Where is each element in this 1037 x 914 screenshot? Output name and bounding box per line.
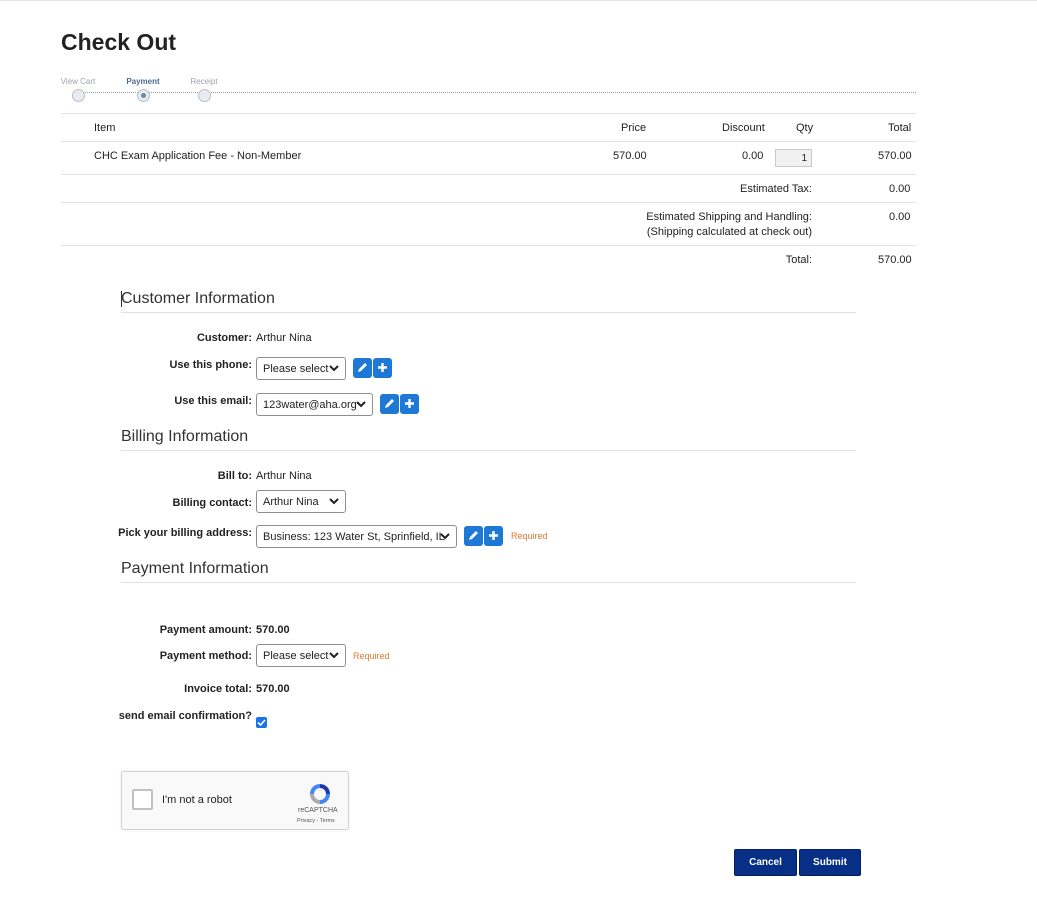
email-confirmation-checkbox[interactable] — [256, 717, 267, 728]
email-confirmation-label: send email confirmation? — [118, 710, 252, 722]
item-discount: 0.00 — [742, 150, 764, 162]
item-total: 570.00 — [878, 150, 912, 162]
shipping-label: Estimated Shipping and Handling: — [646, 211, 812, 223]
cart-item-row: CHC Exam Application Fee - Non-Member 57… — [61, 141, 916, 174]
cancel-button[interactable]: Cancel — [734, 849, 797, 876]
tax-label: Estimated Tax: — [740, 183, 812, 195]
header-item: Item — [94, 122, 116, 134]
qty-field[interactable]: 1 — [775, 149, 812, 167]
payment-section-title: Payment Information — [121, 560, 856, 583]
step-payment: Payment — [113, 77, 173, 105]
header-price: Price — [621, 122, 647, 134]
shipping-row: Estimated Shipping and Handling: (Shippi… — [61, 202, 916, 245]
plus-icon — [405, 399, 414, 408]
email-select-value: 123water@aha.org — [263, 399, 357, 411]
recaptcha-logo-icon — [310, 784, 330, 804]
customer-section-title: Customer Information — [121, 290, 856, 313]
chevron-down-icon — [329, 365, 339, 372]
tax-row: Estimated Tax: 0.00 — [61, 174, 916, 202]
payment-amount-label: Payment amount: — [159, 624, 252, 636]
pencil-icon — [358, 363, 367, 372]
recaptcha-links[interactable]: Privacy - Terms — [297, 818, 335, 824]
billing-contact-value: Arthur Nina — [263, 496, 319, 508]
pencil-icon — [385, 399, 394, 408]
cart-header-row: Item Price Discount Qty Total — [61, 113, 916, 141]
payment-method-required-note: Required — [353, 651, 390, 661]
edit-phone-button[interactable] — [353, 358, 372, 378]
phone-select[interactable]: Please select — [256, 357, 346, 380]
billing-address-label: Pick your billing address: — [118, 527, 252, 539]
step-receipt: Receipt — [174, 77, 234, 105]
plus-icon — [378, 363, 387, 372]
customer-label: Customer: — [196, 332, 252, 344]
step-indicator — [197, 89, 211, 102]
address-required-note: Required — [511, 531, 548, 541]
email-label: Use this email: — [174, 395, 252, 407]
cart-table: Item Price Discount Qty Total CHC Exam A… — [61, 113, 916, 273]
billing-address-value: Business: 123 Water St, Sprinfield, IL — [263, 531, 445, 543]
recaptcha-brand: reCAPTCHA — [298, 807, 338, 814]
step-label: Receipt — [190, 77, 218, 86]
step-indicator — [71, 89, 85, 102]
phone-label: Use this phone: — [169, 359, 252, 371]
payment-method-label: Payment method: — [159, 650, 252, 662]
header-discount: Discount — [722, 122, 765, 134]
chevron-down-icon — [329, 498, 339, 505]
payment-method-select[interactable]: Please select — [256, 644, 346, 667]
billing-section-title: Billing Information — [121, 428, 856, 451]
add-phone-button[interactable] — [373, 358, 392, 378]
customer-value: Arthur Nina — [256, 332, 312, 344]
payment-method-value: Please select — [263, 650, 329, 662]
step-label: View Cart — [60, 77, 96, 86]
invoice-total-value: 570.00 — [256, 683, 290, 695]
shipping-sublabel: (Shipping calculated at check out) — [646, 226, 812, 238]
billing-address-select[interactable]: Business: 123 Water St, Sprinfield, IL — [256, 525, 457, 548]
header-qty: Qty — [796, 122, 814, 134]
item-name: CHC Exam Application Fee - Non-Member — [94, 150, 302, 162]
step-view-cart[interactable]: View Cart — [48, 77, 108, 105]
step-indicator — [136, 89, 150, 102]
edit-email-button[interactable] — [380, 394, 399, 414]
pencil-icon — [469, 531, 478, 540]
chevron-down-icon — [356, 401, 366, 408]
bill-to-label: Bill to: — [217, 470, 252, 482]
recaptcha-checkbox[interactable] — [132, 789, 153, 810]
grand-total-label: Total: — [785, 254, 812, 266]
phone-select-value: Please select — [263, 363, 329, 375]
payment-amount-value: 570.00 — [256, 624, 290, 636]
plus-icon — [489, 531, 498, 540]
email-select[interactable]: 123water@aha.org — [256, 393, 373, 416]
checkout-steps: View Cart Payment Receipt — [61, 77, 916, 103]
recaptcha-text: I'm not a robot — [162, 794, 232, 806]
edit-address-button[interactable] — [464, 526, 483, 546]
page-title: Check Out — [61, 29, 177, 55]
shipping-value: 0.00 — [889, 211, 911, 223]
tax-value: 0.00 — [889, 183, 911, 195]
recaptcha-widget: I'm not a robot reCAPTCHA Privacy - Term… — [121, 771, 349, 830]
billing-contact-select[interactable]: Arthur Nina — [256, 490, 346, 513]
step-label: Payment — [126, 77, 160, 86]
chevron-down-icon — [329, 652, 339, 659]
grand-total-value: 570.00 — [878, 254, 912, 266]
add-email-button[interactable] — [400, 394, 419, 414]
bill-to-value: Arthur Nina — [256, 470, 312, 482]
header-total: Total — [888, 122, 912, 134]
chevron-down-icon — [440, 533, 450, 540]
checkmark-icon — [257, 719, 266, 727]
billing-contact-label: Billing contact: — [172, 497, 252, 509]
add-address-button[interactable] — [484, 526, 503, 546]
submit-button[interactable]: Submit — [799, 849, 861, 876]
grand-total-row: Total: 570.00 — [61, 245, 916, 273]
invoice-total-label: Invoice total: — [184, 683, 252, 695]
item-price: 570.00 — [613, 150, 647, 162]
